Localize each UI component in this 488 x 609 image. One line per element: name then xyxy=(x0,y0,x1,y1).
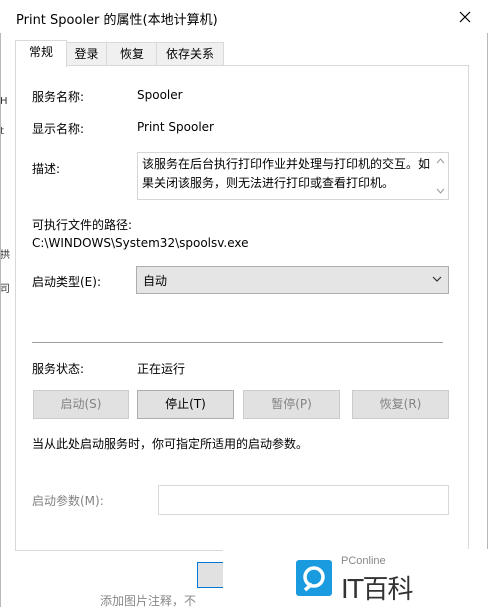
watermark: PConline IT百科 xyxy=(223,549,488,607)
tab-dependencies[interactable]: 依存关系 xyxy=(156,42,224,65)
close-button[interactable] xyxy=(446,2,484,32)
title-bar: Print Spooler 的属性(本地计算机) xyxy=(0,0,488,33)
description-text: 该服务在后台执行打印作业并处理与打印机的交互。如果关闭该服务，则无法进行打印或查… xyxy=(142,157,431,190)
chevron-down-icon xyxy=(432,276,442,282)
description-box[interactable]: 该服务在后台执行打印作业并处理与打印机的交互。如果关闭该服务，则无法进行打印或查… xyxy=(137,152,449,200)
startup-type-select[interactable]: 自动 xyxy=(136,266,449,294)
watermark-brand-main: IT百科 xyxy=(341,575,414,605)
background-caption: 添加图片注释，不 xyxy=(100,594,197,608)
pconline-logo-icon xyxy=(296,560,332,596)
start-params-input[interactable] xyxy=(158,485,449,515)
tab-logon[interactable]: 登录 xyxy=(65,42,108,65)
scrollbar-arrows-icon xyxy=(436,158,445,194)
background-char: H xyxy=(0,96,8,107)
background-char: 司 xyxy=(0,284,10,295)
window-title: Print Spooler 的属性(本地计算机) xyxy=(16,13,218,28)
watermark-brand-small: PConline xyxy=(341,555,386,567)
stop-button[interactable]: 停止(T) xyxy=(137,390,234,419)
background-char: t xyxy=(0,126,4,137)
window-border-left xyxy=(0,0,1,607)
tab-recovery[interactable]: 恢复 xyxy=(106,42,158,65)
startup-type-value: 自动 xyxy=(143,274,168,288)
general-panel xyxy=(15,65,469,551)
tab-general[interactable]: 常规 xyxy=(15,40,67,67)
background-char: 拱 xyxy=(0,250,10,261)
close-icon xyxy=(459,11,471,23)
